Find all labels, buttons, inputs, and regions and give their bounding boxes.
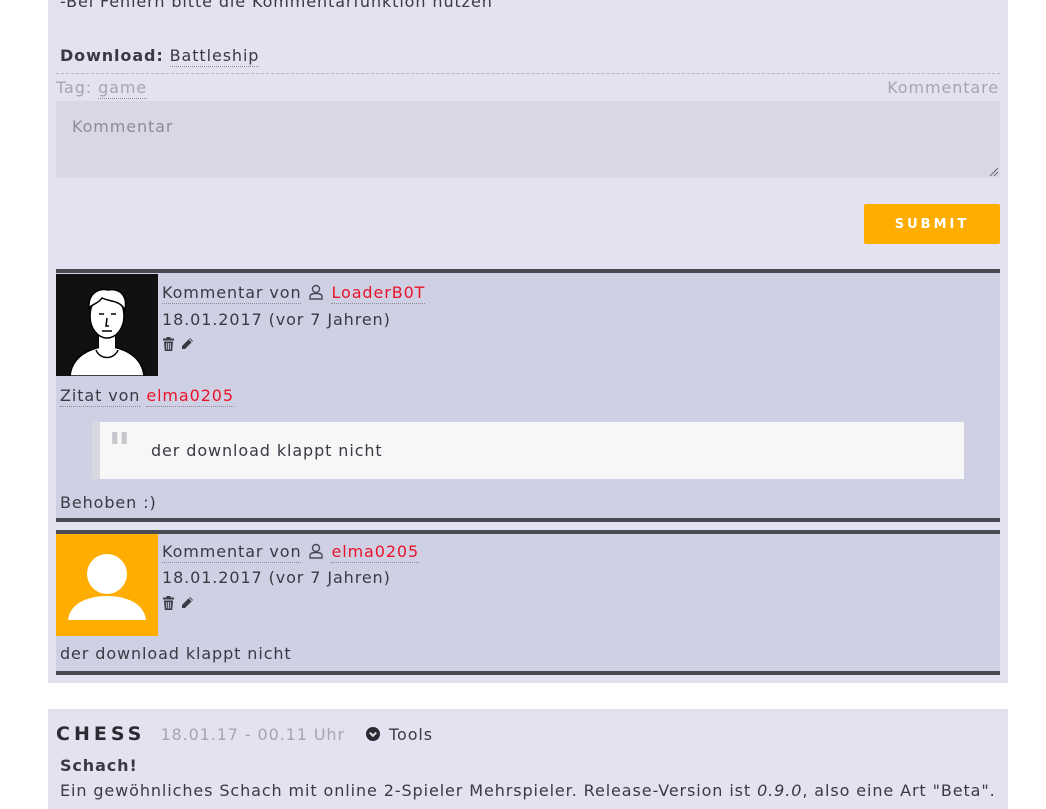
comment-date: 18.01.2017 (vor 7 Jahren) xyxy=(162,310,391,329)
submit-button[interactable]: SUBMIT xyxy=(864,204,1000,244)
pencil-icon[interactable] xyxy=(180,596,194,610)
post-date: 18.01.17 - 00.11 Uhr xyxy=(160,725,345,744)
pencil-icon[interactable] xyxy=(180,337,194,351)
user-outline-icon xyxy=(309,284,324,300)
avatar xyxy=(56,534,158,636)
category-link[interactable]: Tools xyxy=(366,725,433,744)
post-intro-line: -Bei Fehlern bitte die Kommentarfunktion… xyxy=(60,0,493,11)
comment-author-link[interactable]: LoaderB0T xyxy=(331,283,426,304)
comment-author-line: Kommentar von LoaderB0T xyxy=(162,283,426,304)
comment-author-line: Kommentar von elma0205 xyxy=(162,542,420,563)
avatar xyxy=(56,274,158,376)
comment-item: Kommentar von LoaderB0T 18.01.2017 (vor … xyxy=(56,269,1000,522)
post-header: CHESS 18.01.17 - 00.11 Uhr Tools xyxy=(56,723,433,745)
chevron-circle-down-icon xyxy=(366,727,381,741)
user-outline-icon xyxy=(309,543,324,559)
comment-by-label: Kommentar von xyxy=(162,283,302,304)
post-text-start: Ein gewöhnliches Schach mit online 2-Spi… xyxy=(60,781,752,800)
quote-label: Zitat von xyxy=(60,386,141,407)
quote-header: Zitat von elma0205 xyxy=(60,386,234,407)
quote-mark-icon: " xyxy=(108,424,131,475)
post-heading: Schach! xyxy=(60,756,138,775)
download-link[interactable]: Battleship xyxy=(169,46,260,67)
post-title: CHESS xyxy=(56,723,146,745)
comment-text: Behoben :) xyxy=(60,493,157,512)
tag-link[interactable]: game xyxy=(98,78,148,99)
comment-date: 18.01.2017 (vor 7 Jahren) xyxy=(162,568,391,587)
comment-item: Kommentar von elma0205 18.01.2017 (vor 7… xyxy=(56,530,1000,675)
download-row: Download: Battleship xyxy=(60,46,260,67)
tag-row: Tag: game xyxy=(56,78,148,99)
category-label: Tools xyxy=(389,725,433,744)
resize-grip-icon[interactable] xyxy=(990,168,998,176)
trash-icon[interactable] xyxy=(162,596,175,610)
divider xyxy=(56,73,1000,74)
comment-author-link[interactable]: elma0205 xyxy=(331,542,420,563)
comment-by-label: Kommentar von xyxy=(162,542,302,563)
tag-label: Tag: xyxy=(56,78,93,97)
post-text-end: , also eine Art "Beta". xyxy=(802,781,996,800)
post-text: Ein gewöhnliches Schach mit online 2-Spi… xyxy=(60,781,996,800)
comments-link[interactable]: Kommentare xyxy=(887,78,999,97)
blockquote: " der download klappt nicht xyxy=(92,422,964,479)
comment-input[interactable] xyxy=(56,101,1000,178)
version-number: 0.9.0 xyxy=(757,781,803,800)
quote-author-link[interactable]: elma0205 xyxy=(146,386,234,407)
comment-text: der download klappt nicht xyxy=(60,644,292,663)
download-label: Download: xyxy=(60,46,164,65)
quote-text: der download klappt nicht xyxy=(151,441,383,460)
trash-icon[interactable] xyxy=(162,337,175,351)
